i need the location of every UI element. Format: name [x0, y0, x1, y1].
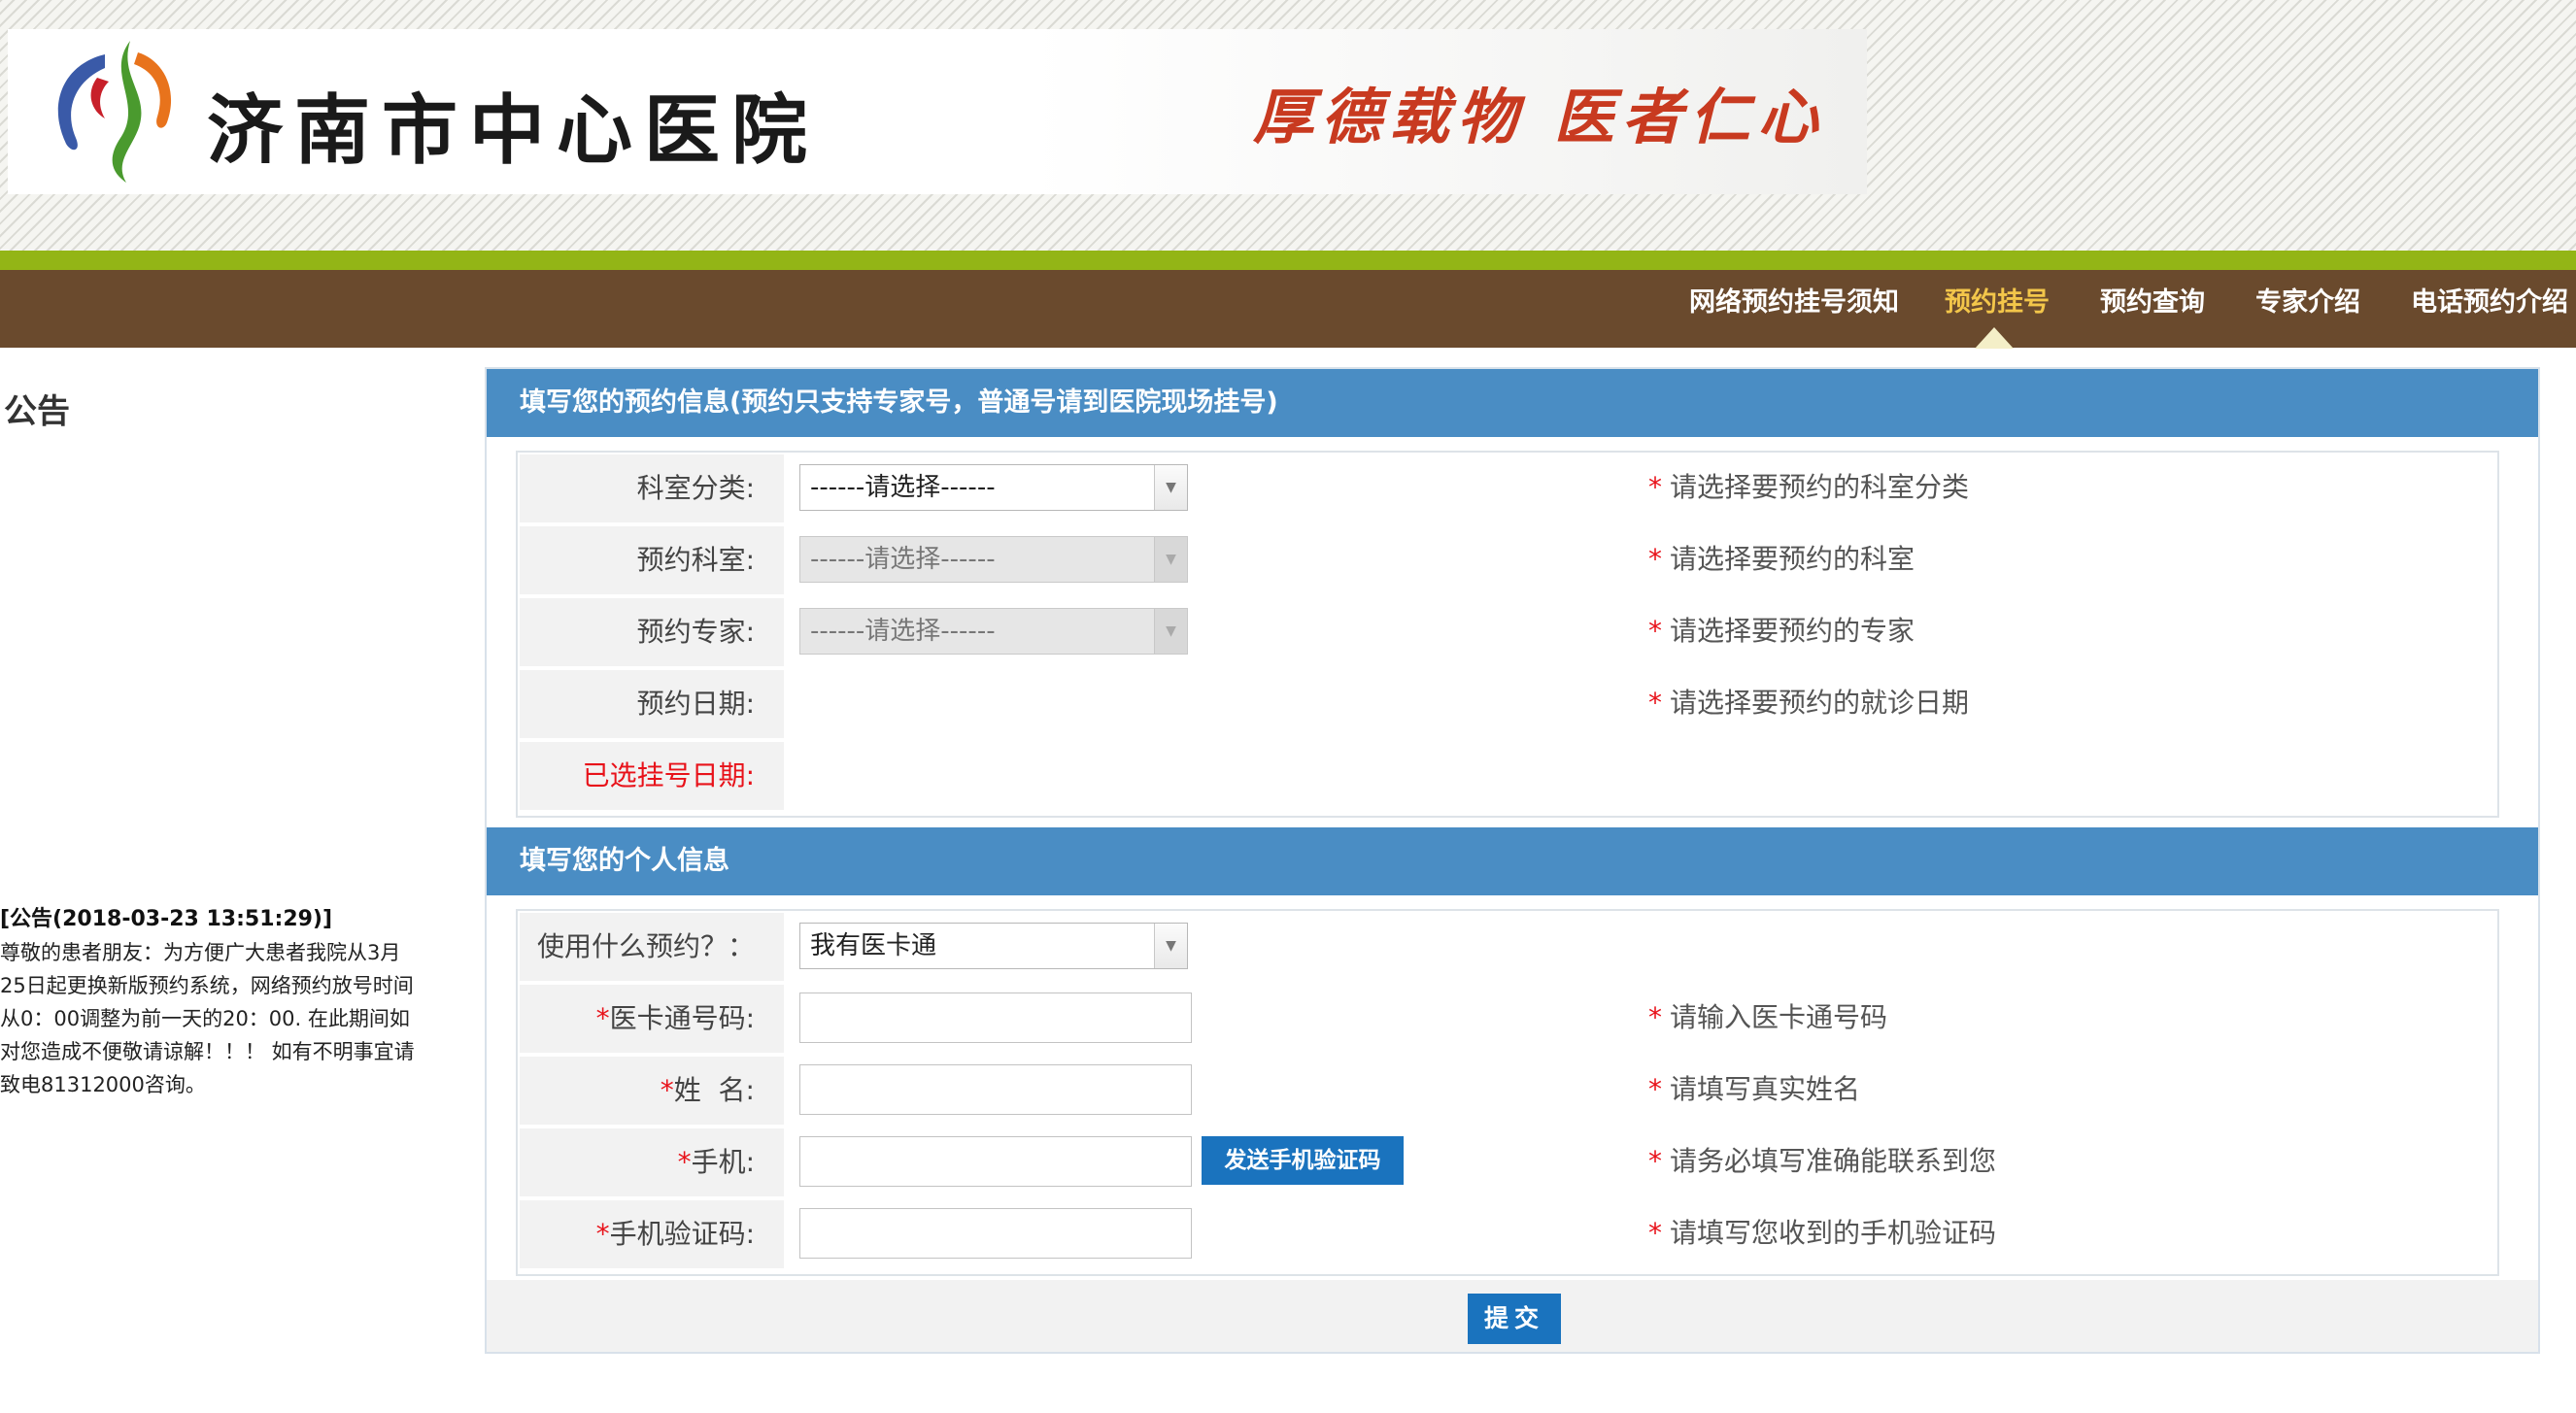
nav-experts[interactable]: 专家介绍: [2255, 270, 2360, 348]
required-marker: *: [1648, 615, 1662, 647]
nav-registration-notice[interactable]: 网络预约挂号须知: [1689, 270, 1899, 348]
sms-code-hint: * 请填写您收到的手机验证码: [1648, 1217, 1997, 1249]
sms-code-input[interactable]: [799, 1208, 1192, 1259]
selected-date-label: 已选挂号日期:: [520, 742, 784, 810]
date-label: 预约日期:: [520, 670, 784, 738]
form-row-phone: *手机: 发送手机验证码 * 请务必填写准确能联系到您: [518, 1127, 2497, 1198]
form-row-selected-date: 已选挂号日期:: [518, 740, 2497, 812]
department-category-select[interactable]: ------请选择------ ▼: [799, 464, 1188, 511]
expert-label: 预约专家:: [520, 598, 784, 666]
announcement-title: 公告: [4, 392, 70, 431]
sms-code-label: *手机验证码:: [520, 1200, 784, 1268]
department-hint: * 请选择要预约的科室: [1648, 543, 1915, 575]
notice-line: 25日起更换新版预约系统，网络预约放号时间: [0, 974, 414, 997]
required-marker: *: [677, 1146, 692, 1178]
personal-section-heading: 填写您的个人信息: [487, 827, 2538, 895]
required-marker: *: [1648, 1217, 1662, 1249]
chevron-down-icon: ▼: [1154, 924, 1187, 968]
phone-hint: * 请务必填写准确能联系到您: [1648, 1145, 1997, 1177]
required-marker: *: [1648, 543, 1662, 575]
chevron-down-icon: ▼: [1154, 537, 1187, 582]
notice-line: 从0：00调整为前一天的20：00. 在此期间如: [0, 1007, 410, 1030]
nav-active-indicator-icon: [1975, 327, 2014, 349]
required-marker: *: [660, 1074, 674, 1106]
required-marker: *: [1648, 1145, 1662, 1177]
form-row-card-number: *医卡通号码: * 请输入医卡通号码: [518, 983, 2497, 1055]
appointment-form: 科室分类: ------请选择------ ▼ * 请选择要预约的科室分类 预约科…: [516, 451, 2499, 818]
card-number-hint: * 请输入医卡通号码: [1648, 1001, 1888, 1033]
phone-input[interactable]: [799, 1136, 1192, 1187]
name-input[interactable]: [799, 1064, 1192, 1115]
required-marker: *: [1648, 687, 1662, 719]
form-row-sms-code: *手机验证码: * 请填写您收到的手机验证码: [518, 1198, 2497, 1270]
form-row-department-category: 科室分类: ------请选择------ ▼ * 请选择要预约的科室分类: [518, 453, 2497, 524]
card-number-label: *医卡通号码:: [520, 985, 784, 1053]
notice-heading: [公告(2018-03-23 13:51:29)]: [0, 907, 333, 931]
appointment-section-heading: 填写您的预约信息(预约只支持专家号，普通号请到医院现场挂号): [487, 369, 2538, 437]
form-row-expert: 预约专家: ------请选择------ ▼ * 请选择要预约的专家: [518, 596, 2497, 668]
department-label: 预约科室:: [520, 526, 784, 594]
notice-line: 致电81312000咨询。: [0, 1073, 206, 1096]
notice-body: 尊敬的患者朋友：为方便广大患者我院从3月 25日起更换新版预约系统，网络预约放号…: [0, 936, 447, 1101]
nav-phone-appointment[interactable]: 电话预约介绍: [2411, 270, 2568, 348]
date-hint: * 请选择要预约的就诊日期: [1648, 687, 1970, 719]
required-marker: *: [1648, 1073, 1662, 1105]
expert-hint: * 请选择要预约的专家: [1648, 615, 1915, 647]
main-navigation: 网络预约挂号须知 预约挂号 预约查询 专家介绍 电话预约介绍: [0, 270, 2576, 348]
required-marker: *: [595, 1218, 610, 1250]
hospital-logo-icon: [57, 41, 172, 183]
expert-select[interactable]: ------请选择------ ▼: [799, 608, 1188, 655]
phone-label: *手机:: [520, 1128, 784, 1196]
name-label: *姓 名:: [520, 1057, 784, 1125]
name-hint: * 请填写真实姓名: [1648, 1073, 1861, 1105]
required-marker: *: [1648, 471, 1662, 503]
department-category-hint: * 请选择要预约的科室分类: [1648, 471, 1970, 503]
form-row-method: 使用什么预约？： 我有医卡通 ▼: [518, 911, 2497, 983]
appointment-panel: 填写您的预约信息(预约只支持专家号，普通号请到医院现场挂号) 科室分类: ---…: [485, 367, 2540, 1354]
send-sms-code-button[interactable]: 发送手机验证码: [1202, 1136, 1404, 1185]
booking-method-select[interactable]: 我有医卡通 ▼: [799, 923, 1188, 969]
notice-line: 对您造成不便敬请谅解！！！ 如有不明事宜请: [0, 1040, 415, 1063]
announcement-notice: [公告(2018-03-23 13:51:29)] 尊敬的患者朋友：为方便广大患…: [0, 903, 447, 1101]
department-select[interactable]: ------请选择------ ▼: [799, 536, 1188, 583]
chevron-down-icon: ▼: [1154, 465, 1187, 510]
hospital-name: 济南市中心医院: [207, 86, 820, 175]
method-label: 使用什么预约？：: [520, 913, 784, 981]
hospital-slogan: 厚德载物 医者仁心: [1253, 82, 1826, 152]
required-marker: *: [595, 1002, 610, 1034]
form-row-name: *姓 名: * 请填写真实姓名: [518, 1055, 2497, 1127]
banner: 济南市中心医院 厚德载物 医者仁心: [8, 29, 1867, 194]
accent-stripe: [0, 251, 2576, 270]
department-category-label: 科室分类:: [520, 454, 784, 522]
required-marker: *: [1648, 1001, 1662, 1033]
chevron-down-icon: ▼: [1154, 609, 1187, 654]
nav-query[interactable]: 预约查询: [2100, 270, 2205, 348]
form-row-date: 预约日期: * 请选择要预约的就诊日期: [518, 668, 2497, 740]
form-row-department: 预约科室: ------请选择------ ▼ * 请选择要预约的科室: [518, 524, 2497, 596]
submit-button[interactable]: 提交: [1468, 1294, 1561, 1344]
notice-line: 尊敬的患者朋友：为方便广大患者我院从3月: [0, 941, 401, 964]
personal-info-form: 使用什么预约？： 我有医卡通 ▼ *医卡通号码: * 请输入医卡通号码 *姓 名:…: [516, 909, 2499, 1276]
card-number-input[interactable]: [799, 992, 1192, 1043]
